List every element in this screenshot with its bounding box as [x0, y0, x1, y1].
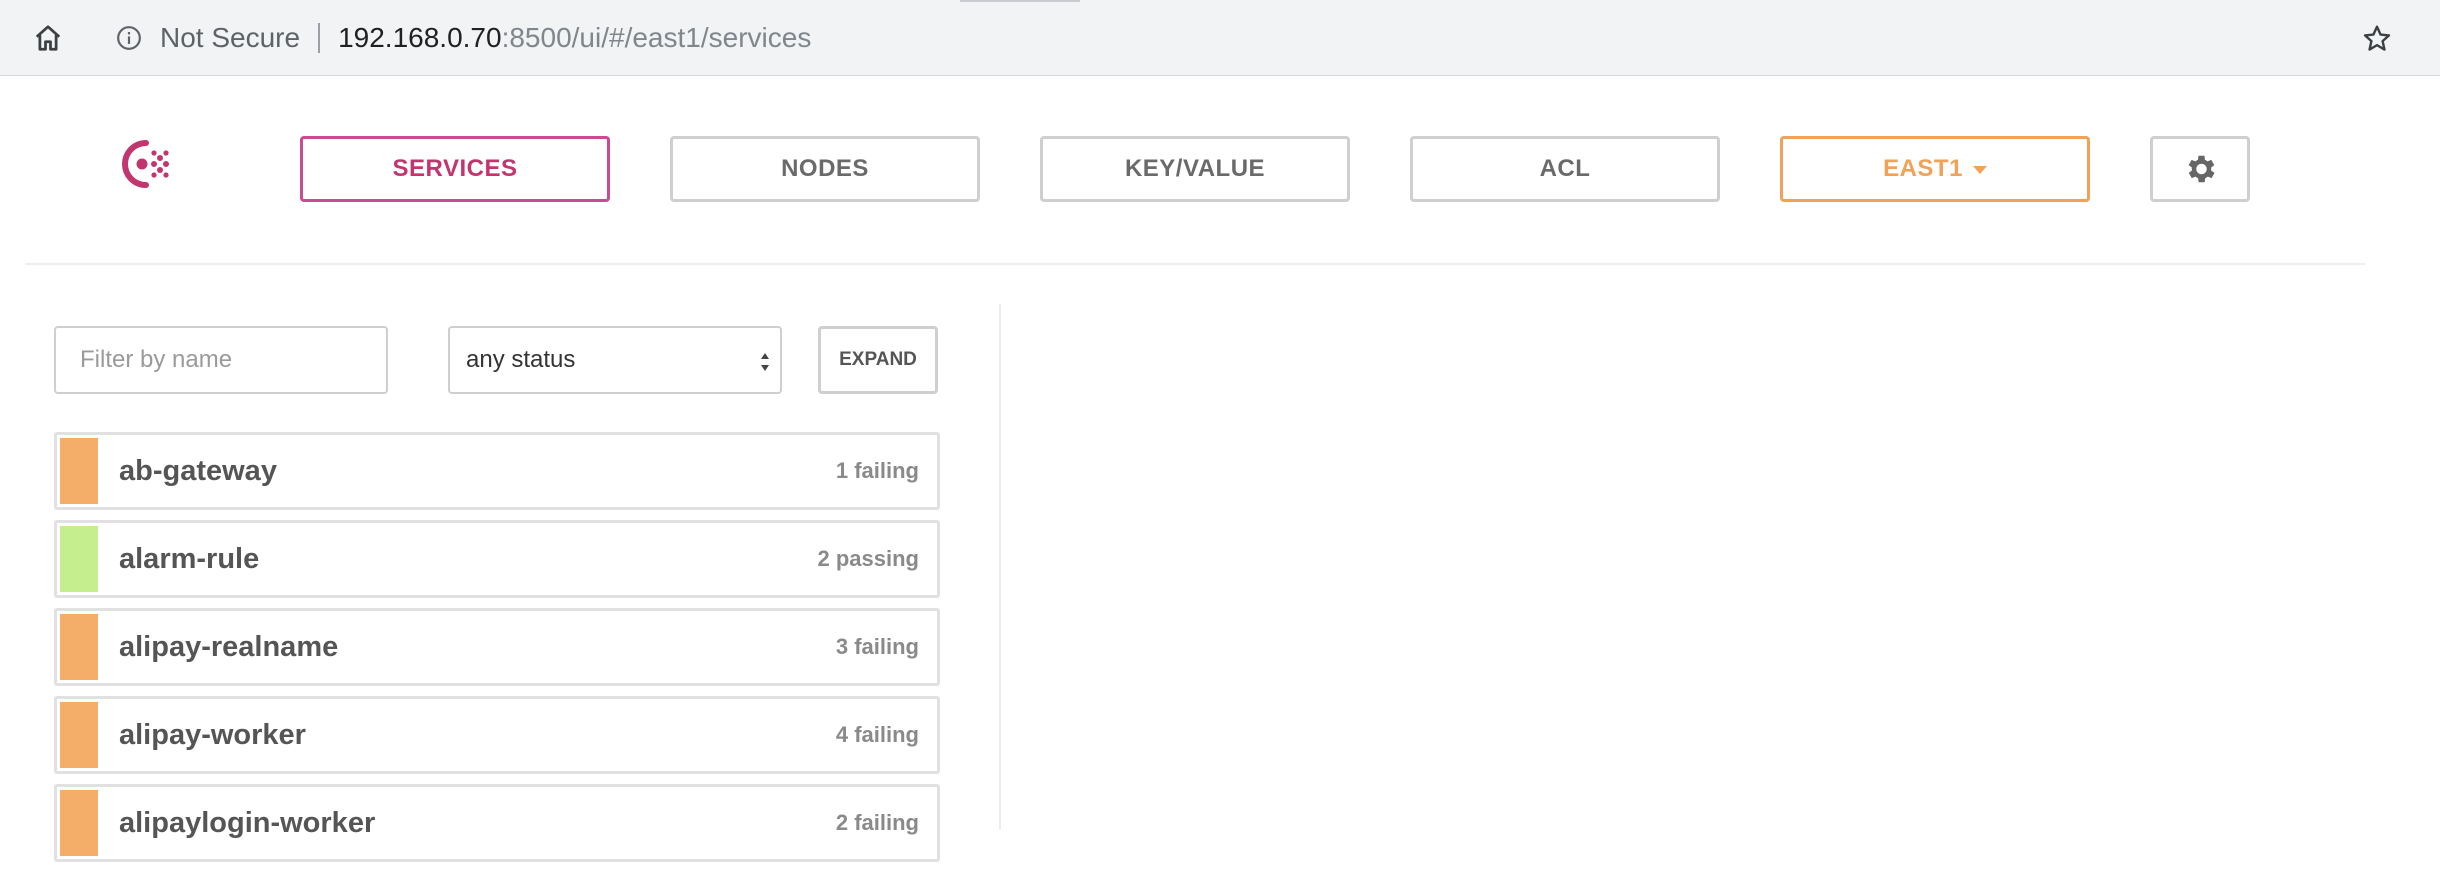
settings-button[interactable] — [2150, 136, 2250, 202]
address-bar[interactable]: Not Secure 192.168.0.70:8500/ui/#/east1/… — [92, 12, 2420, 64]
consul-logo[interactable] — [112, 136, 176, 192]
column-divider — [999, 304, 1001, 830]
service-row[interactable]: alipaylogin-worker 2 failing — [54, 784, 940, 862]
service-list: ab-gateway 1 failing alarm-rule 2 passin… — [54, 432, 940, 872]
service-health-count: 1 failing — [835, 458, 919, 483]
bookmark-star-icon[interactable] — [2360, 22, 2394, 56]
service-name: ab-gateway — [119, 454, 277, 487]
service-health-count: 2 passing — [817, 546, 919, 571]
failing-status-indicator — [60, 790, 98, 856]
failing-status-indicator — [60, 614, 98, 680]
url-divider — [318, 23, 321, 53]
gear-icon — [2188, 155, 2215, 183]
header-divider — [25, 263, 2365, 265]
home-icon[interactable] — [28, 20, 68, 56]
tab-strip-edge — [960, 0, 1080, 2]
service-name: alipay-worker — [119, 718, 306, 751]
browser-toolbar: Not Secure 192.168.0.70:8500/ui/#/east1/… — [0, 0, 2440, 76]
url-path: :8500/ui/#/east1/services — [501, 22, 812, 53]
url-text[interactable]: 192.168.0.70:8500/ui/#/east1/services — [338, 22, 811, 54]
service-row[interactable]: alipay-realname 3 failing — [54, 608, 940, 686]
nav-services-button[interactable]: SERVICES — [300, 136, 610, 202]
service-health-count: 4 failing — [835, 722, 919, 747]
failing-status-indicator — [60, 438, 98, 504]
service-row[interactable]: alipay-worker 4 failing — [54, 696, 940, 774]
caret-down-icon — [1972, 166, 1987, 174]
status-filter-value: any status — [466, 346, 576, 373]
datacenter-dropdown[interactable]: EAST1 — [1780, 136, 2090, 202]
service-name: alipay-realname — [119, 630, 339, 663]
expand-button[interactable]: EXPAND — [818, 326, 938, 394]
info-icon[interactable] — [114, 23, 144, 53]
service-row[interactable]: ab-gateway 1 failing — [54, 432, 940, 510]
nav-key-value-button[interactable]: KEY/VALUE — [1040, 136, 1350, 202]
passing-status-indicator — [60, 526, 98, 592]
select-arrows-icon — [761, 353, 769, 371]
filter-by-name-input[interactable] — [54, 326, 388, 394]
service-name: alarm-rule — [119, 542, 260, 575]
service-health-count: 2 failing — [835, 810, 919, 835]
nav-acl-button[interactable]: ACL — [1410, 136, 1720, 202]
service-health-count: 3 failing — [835, 634, 919, 659]
service-row[interactable]: alarm-rule 2 passing — [54, 520, 940, 598]
datacenter-label: EAST1 — [1883, 155, 1963, 182]
nav-nodes-button[interactable]: NODES — [670, 136, 980, 202]
service-name: alipaylogin-worker — [119, 806, 376, 839]
status-filter-select[interactable]: any status — [448, 326, 782, 394]
url-host: 192.168.0.70 — [338, 22, 502, 53]
failing-status-indicator — [60, 702, 98, 768]
security-label[interactable]: Not Secure — [160, 22, 300, 54]
